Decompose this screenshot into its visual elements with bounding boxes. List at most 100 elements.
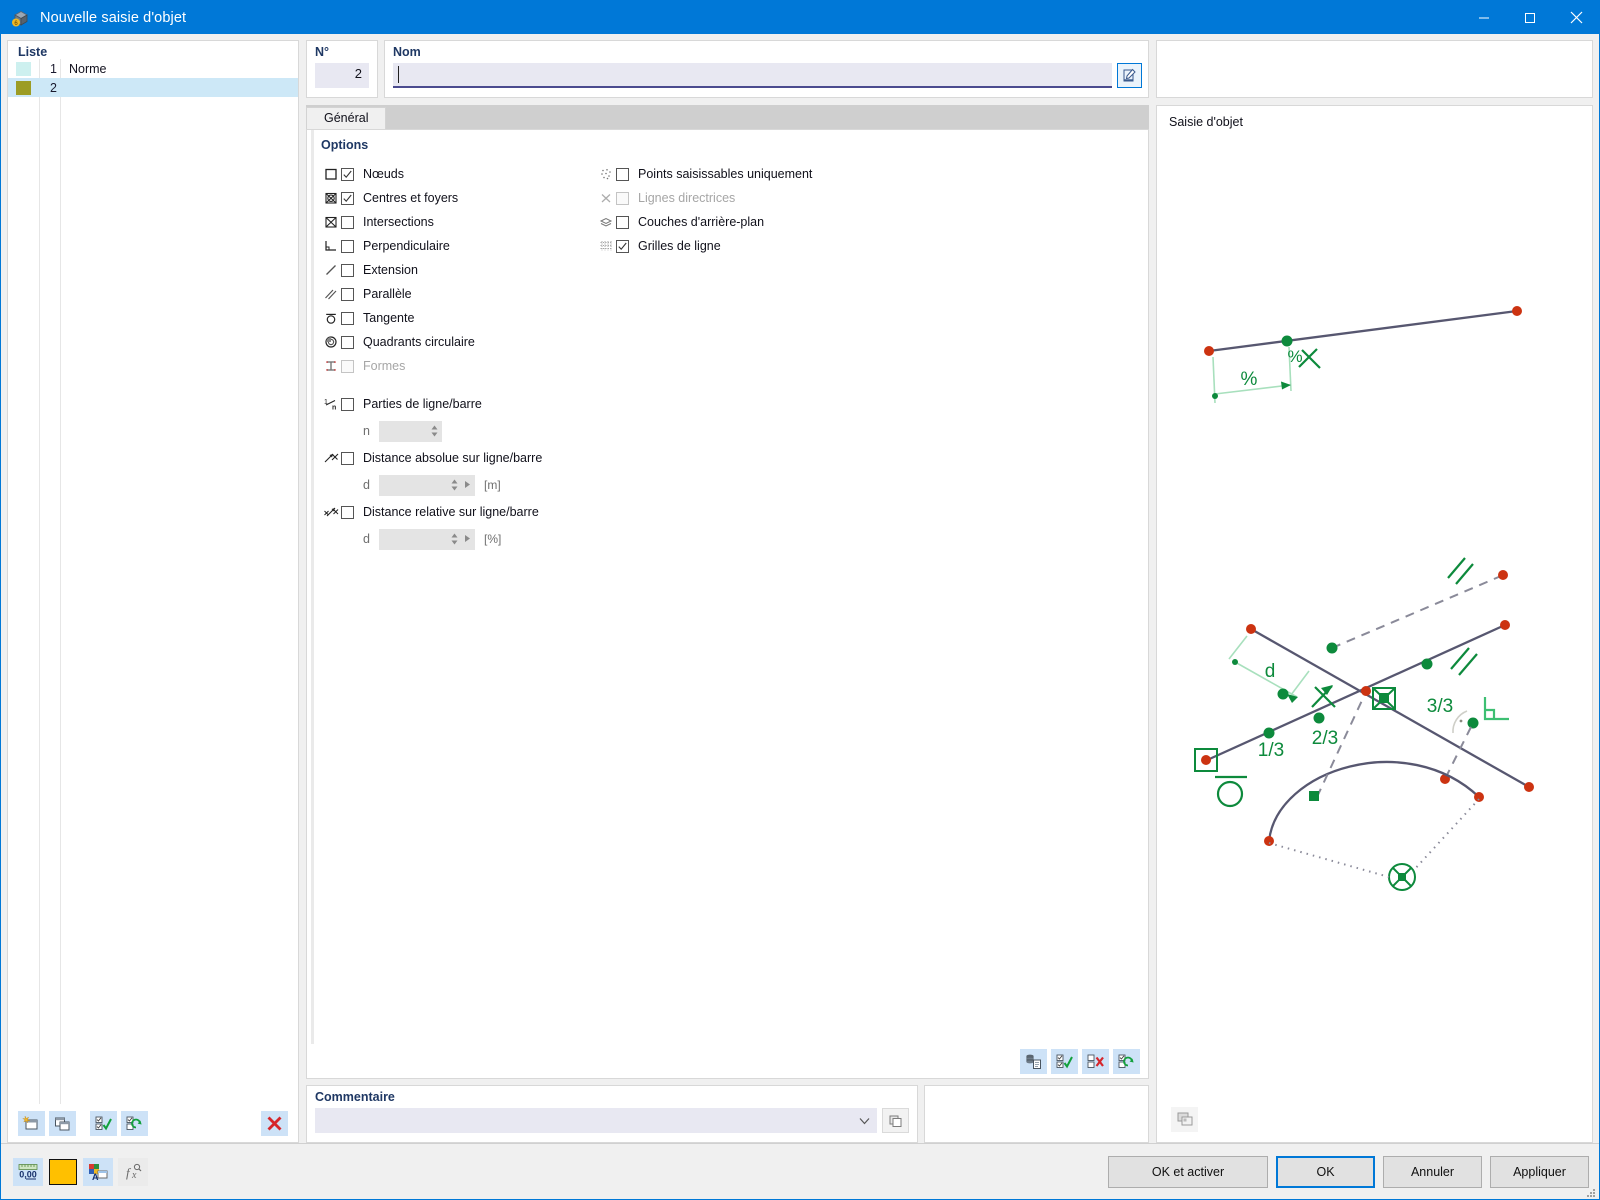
name-input-row <box>393 63 1142 88</box>
select-all-button[interactable] <box>90 1110 117 1136</box>
option-row-distance-relative[interactable]: Distance relative sur ligne/barre <box>321 500 596 524</box>
preview-render-icon[interactable] <box>1171 1106 1198 1132</box>
option-row-distance-absolue[interactable]: Distance absolue sur ligne/barre <box>321 446 596 470</box>
list-column-divider <box>39 59 40 1104</box>
checkbox-grilles-de-ligne[interactable] <box>616 239 629 253</box>
fx-formula-icon[interactable]: f x <box>118 1157 148 1186</box>
d-relative-spinner[interactable] <box>379 528 475 550</box>
preview-top-box <box>1156 40 1593 98</box>
option-row-quadrants[interactable]: Quadrants circulaire <box>321 330 596 354</box>
preview-canvas[interactable]: % % d 1/3 2/3 3/3 <box>1157 129 1592 1096</box>
spinner-arrows-icon[interactable] <box>431 425 438 437</box>
apply-button[interactable]: Appliquer <box>1490 1155 1589 1188</box>
options-inner: Options Nœuds Centres et foyers Intersec… <box>307 130 1148 1044</box>
invert-options-button[interactable] <box>1113 1048 1140 1074</box>
svg-text:x: x <box>131 1170 137 1181</box>
option-label: Couches d'arrière-plan <box>638 215 765 229</box>
option-label: Tangente <box>363 311 415 325</box>
checkbox-centres-foyers[interactable] <box>341 191 354 205</box>
checkbox-quadrants[interactable] <box>341 335 354 349</box>
checkbox-parties-ligne[interactable] <box>341 397 354 411</box>
center-focus-icon <box>321 191 341 205</box>
tab-general[interactable]: Général <box>306 107 387 129</box>
edit-pencil-icon[interactable] <box>1117 63 1142 88</box>
checkbox-noeuds[interactable] <box>341 167 354 181</box>
list-item[interactable]: 1 Norme <box>8 59 298 78</box>
main-row: Liste 1 Norme 2 N° 2 Nom Général Options… <box>7 40 1593 1143</box>
expand-formula-icon[interactable] <box>464 478 471 492</box>
option-row-couches-arriere-plan[interactable]: Couches d'arrière-plan <box>596 210 1138 234</box>
d-absolute-spinner[interactable] <box>379 474 475 496</box>
option-row-intersections[interactable]: Intersections <box>321 210 596 234</box>
maximize-button[interactable] <box>1507 1 1553 34</box>
checkbox-intersections[interactable] <box>341 215 354 229</box>
resize-grip[interactable] <box>1584 1185 1596 1197</box>
comment-input[interactable] <box>315 1108 877 1133</box>
option-label: Points saisissables uniquement <box>638 167 813 181</box>
perpendicular-marker <box>1483 697 1509 721</box>
checkbox-couches-arriere-plan[interactable] <box>616 215 629 229</box>
checkbox-formes[interactable] <box>341 359 354 373</box>
option-row-parties-ligne[interactable]: 1 n Parties de ligne/barre <box>321 392 596 416</box>
ok-and-activate-button[interactable]: OK et activer <box>1108 1155 1268 1188</box>
text-caret <box>398 66 399 83</box>
checkbox-perpendiculaire[interactable] <box>341 239 354 253</box>
tangent-circle-icon <box>321 311 341 325</box>
list-item-color-cell <box>8 80 39 95</box>
name-field-box: Nom <box>384 40 1149 98</box>
checkbox-distance-absolue[interactable] <box>341 451 354 465</box>
option-row-extension[interactable]: Extension <box>321 258 596 282</box>
percent-dimension-label: % <box>1241 369 1258 390</box>
n-spinner[interactable] <box>379 420 442 442</box>
third-3-label: 3/3 <box>1427 696 1453 717</box>
list-item-color-cell <box>8 61 39 76</box>
close-button[interactable] <box>1553 1 1599 34</box>
select-all-options-button[interactable] <box>1051 1048 1078 1074</box>
checkbox-lignes-directrices[interactable] <box>616 191 629 205</box>
spinner-arrows-icon[interactable] <box>451 533 458 545</box>
copy-entry-button[interactable] <box>49 1110 76 1136</box>
minimize-button[interactable] <box>1461 1 1507 34</box>
checkbox-extension[interactable] <box>341 263 354 277</box>
display-props-icon[interactable]: A <box>83 1157 113 1186</box>
distance-label: d <box>1265 661 1276 682</box>
checkbox-points-saisissables[interactable] <box>616 167 629 181</box>
delete-entry-button[interactable] <box>261 1110 288 1136</box>
option-row-formes[interactable]: Formes <box>321 354 596 378</box>
spinner-arrows-icon[interactable] <box>451 479 458 491</box>
new-entry-button[interactable] <box>18 1110 45 1136</box>
list-item-number: 1 <box>50 61 57 76</box>
invert-selection-button[interactable] <box>121 1110 148 1136</box>
option-row-perpendiculaire[interactable]: Perpendiculaire <box>321 234 596 258</box>
option-row-noeuds[interactable]: Nœuds <box>321 162 596 186</box>
import-from-library-button[interactable] <box>1020 1048 1047 1074</box>
option-row-centres-foyers[interactable]: Centres et foyers <box>321 186 596 210</box>
option-row-tangente[interactable]: Tangente <box>321 306 596 330</box>
list-item[interactable]: 2 <box>8 78 298 97</box>
comment-copy-icon[interactable] <box>882 1108 909 1133</box>
deselect-all-options-button[interactable] <box>1082 1048 1109 1074</box>
number-field-box: N° 2 <box>306 40 378 98</box>
circle-quadrant-icon <box>321 335 341 349</box>
expand-formula-icon[interactable] <box>464 532 471 546</box>
option-label: Distance relative sur ligne/barre <box>363 505 539 519</box>
option-label: Parties de ligne/barre <box>363 397 482 411</box>
checkbox-tangente[interactable] <box>341 311 354 325</box>
cancel-button[interactable]: Annuler <box>1383 1155 1482 1188</box>
option-row-points-saisissables[interactable]: Points saisissables uniquement <box>596 162 1138 186</box>
option-row-grilles-de-ligne[interactable]: Grilles de ligne <box>596 234 1138 258</box>
number-input[interactable]: 2 <box>315 63 369 88</box>
checkbox-parallele[interactable] <box>341 287 354 301</box>
shapes-i-beam-icon <box>321 359 341 373</box>
name-input[interactable] <box>393 63 1112 88</box>
object-snap-diagram: % % d 1/3 2/3 3/3 <box>1194 306 1534 891</box>
decimals-000-icon[interactable]: 0,00 <box>13 1157 43 1186</box>
ok-button[interactable]: OK <box>1276 1155 1375 1188</box>
checkbox-distance-relative[interactable] <box>341 505 354 519</box>
list-item-number: 2 <box>50 80 57 95</box>
color-swatch-button[interactable] <box>48 1158 78 1186</box>
option-row-lignes-directrices[interactable]: Lignes directrices <box>596 186 1138 210</box>
option-row-parallele[interactable]: Parallèle <box>321 282 596 306</box>
option-label: Lignes directrices <box>638 191 736 205</box>
list-panel: Liste 1 Norme 2 <box>7 40 299 1143</box>
